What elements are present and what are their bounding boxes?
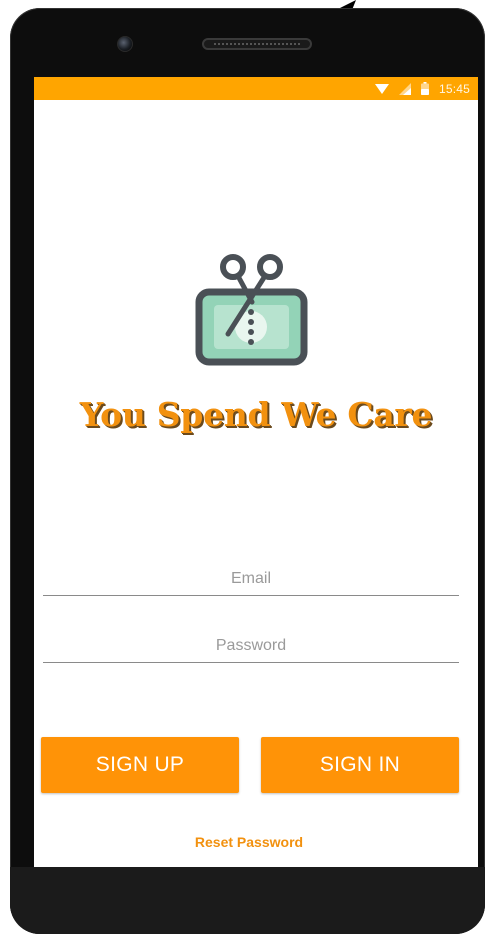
earpiece-speaker xyxy=(202,38,312,50)
screenshot-canvas: 15:45 You Spend We Care SIGN UP SIGN IN … xyxy=(0,0,495,938)
password-field[interactable] xyxy=(43,629,459,663)
sign-in-button[interactable]: SIGN IN xyxy=(261,737,459,793)
wifi-icon xyxy=(374,83,389,94)
app-screen: 15:45 You Spend We Care SIGN UP SIGN IN … xyxy=(34,77,478,867)
signal-icon xyxy=(398,82,411,95)
sign-up-button[interactable]: SIGN UP xyxy=(41,737,239,793)
front-camera-icon xyxy=(117,36,133,52)
email-field[interactable] xyxy=(43,562,459,596)
brand-title: You Spend We Care xyxy=(79,395,433,434)
battery-icon xyxy=(420,82,429,95)
status-bar: 15:45 xyxy=(34,77,478,100)
status-time: 15:45 xyxy=(438,81,470,96)
reset-password-link[interactable]: Reset Password xyxy=(34,834,464,850)
scissors-money-icon xyxy=(195,254,308,366)
phone-bottom-bezel xyxy=(10,867,485,934)
